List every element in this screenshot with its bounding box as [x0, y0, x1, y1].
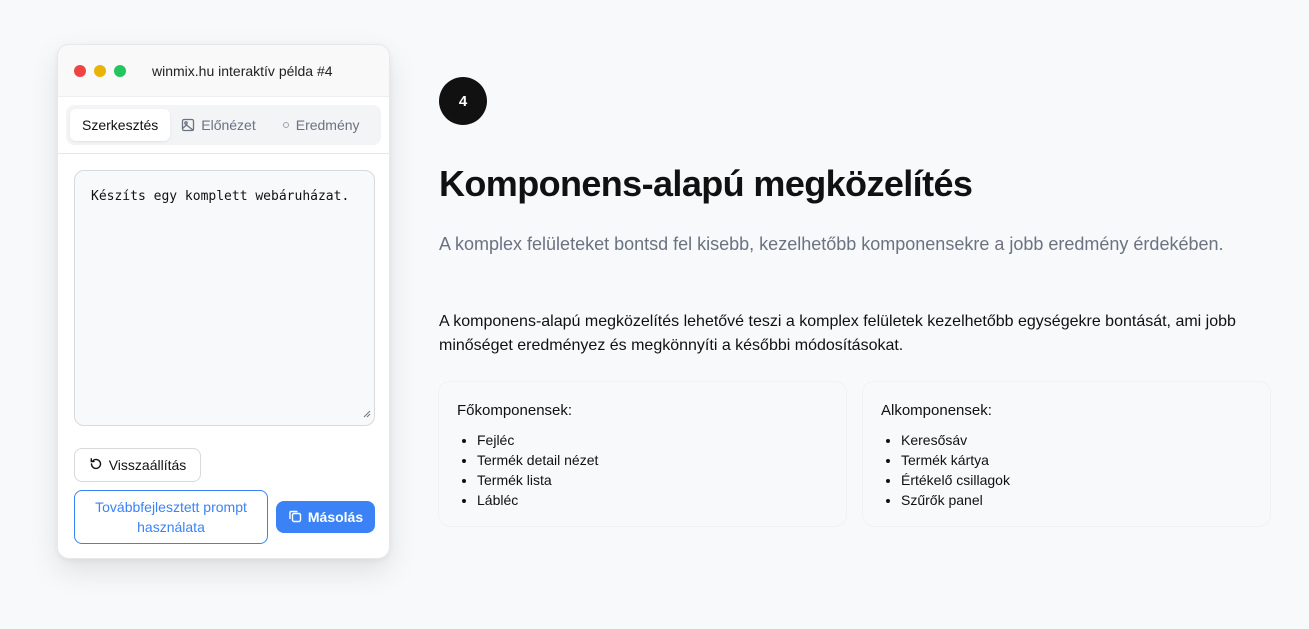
image-icon — [181, 118, 195, 132]
list-item: Szűrők panel — [901, 490, 1252, 510]
minimize-window-dot[interactable] — [94, 64, 106, 77]
prompt-textarea[interactable]: Készíts egy komplett webáruházat. — [74, 170, 375, 426]
prompt-text: Készíts egy komplett webáruházat. — [91, 189, 350, 204]
copy-button[interactable]: Másolás — [276, 501, 375, 533]
reset-icon — [89, 457, 103, 474]
tab-edit[interactable]: Szerkesztés — [70, 109, 171, 141]
tab-preview[interactable]: Előnézet — [170, 109, 266, 141]
card-title: Alkomponensek: — [881, 402, 992, 419]
advanced-prompt-label: Továbbfejlesztett prompt használata — [95, 499, 247, 535]
step-number-badge: 4 — [439, 77, 487, 125]
main-components-card: Főkomponensek: Fejléc Termék detail néze… — [438, 381, 847, 527]
section-heading: Komponens-alapú megközelítés — [439, 163, 973, 204]
list-item: Termék lista — [477, 470, 828, 490]
list-item: Keresősáv — [901, 430, 1252, 450]
tab-result-label: Eredmény — [295, 117, 360, 133]
demo-window: winmix.hu interaktív példa #4 Szerkeszté… — [57, 44, 390, 559]
list-item: Termék detail nézet — [477, 450, 828, 470]
window-titlebar: winmix.hu interaktív példa #4 — [58, 45, 389, 97]
tab-bar: Szerkesztés Előnézet Eredmény — [66, 105, 381, 145]
copy-icon — [288, 509, 302, 526]
card-title: Főkomponensek: — [457, 402, 573, 419]
resize-grip-icon[interactable] — [363, 407, 371, 422]
tabs-area: Szerkesztés Előnézet Eredmény — [58, 97, 389, 154]
reset-button[interactable]: Visszaállítás — [74, 448, 201, 482]
copy-label: Másolás — [307, 509, 364, 525]
tab-result[interactable]: Eredmény — [271, 109, 371, 141]
reset-label: Visszaállítás — [108, 457, 187, 473]
list-item: Lábléc — [477, 490, 828, 510]
advanced-prompt-button[interactable]: Továbbfejlesztett prompt használata — [74, 490, 268, 544]
section-subtitle: A komplex felületeket bontsd fel kisebb,… — [439, 234, 1224, 254]
list-item: Termék kártya — [901, 450, 1252, 470]
tab-preview-label: Előnézet — [201, 117, 256, 133]
maximize-window-dot[interactable] — [114, 64, 126, 77]
sub-components-card: Alkomponensek: Keresősáv Termék kártya É… — [862, 381, 1271, 527]
close-window-dot[interactable] — [74, 64, 86, 77]
sub-components-list: Keresősáv Termék kártya Értékelő csillag… — [881, 430, 1252, 510]
list-item: Értékelő csillagok — [901, 470, 1252, 490]
tab-edit-label: Szerkesztés — [82, 117, 159, 133]
main-components-list: Fejléc Termék detail nézet Termék lista … — [457, 430, 828, 510]
section-body: A komponens-alapú megközelítés lehetővé … — [439, 313, 1236, 354]
dot-icon — [282, 121, 290, 129]
list-item: Fejléc — [477, 430, 828, 450]
window-title: winmix.hu interaktív példa #4 — [152, 62, 333, 79]
